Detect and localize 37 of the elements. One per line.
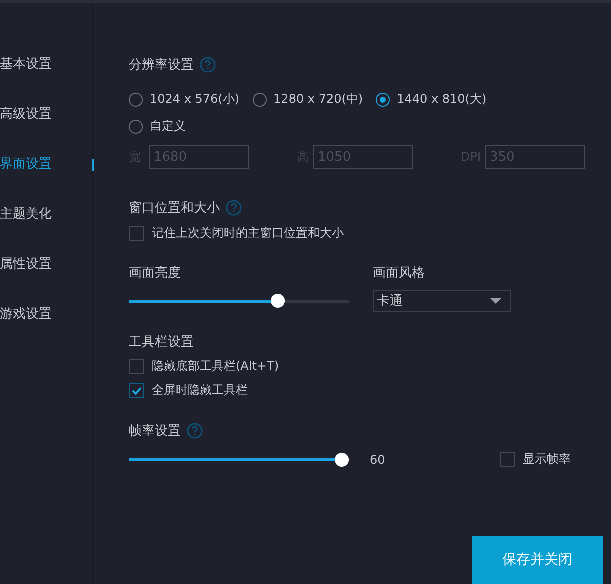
radio-button[interactable] <box>376 92 390 106</box>
section-title: 帧率设置 <box>129 423 181 440</box>
help-icon[interactable] <box>187 423 203 439</box>
checkbox-label: 全屏时隐藏工具栏 <box>152 382 248 399</box>
help-icon[interactable] <box>200 57 216 73</box>
radio-label: 1280 x 720(中) <box>274 91 364 108</box>
radio-button[interactable] <box>252 92 267 106</box>
checkbox[interactable] <box>129 226 144 241</box>
sidebar-item[interactable]: 界面设置 <box>0 155 92 175</box>
radio-button[interactable] <box>129 92 143 106</box>
section-title: 分辨率设置 <box>129 57 194 74</box>
section-title: 画面亮度 <box>129 265 181 282</box>
radio-label: 1440 x 810(大) <box>397 91 487 108</box>
slider-thumb[interactable] <box>335 452 349 466</box>
style-dropdown[interactable]: 卡通 <box>373 290 511 312</box>
section-title: 窗口位置和大小 <box>129 200 220 217</box>
radio-label: 1024 x 576(小) <box>150 91 240 108</box>
sidebar-item[interactable]: 基本设置 <box>0 55 92 75</box>
section-title: 工具栏设置 <box>129 334 194 351</box>
slider-value: 60 <box>370 452 386 466</box>
caret-icon <box>490 298 502 304</box>
sidebar-item[interactable]: 游戏设置 <box>0 305 92 325</box>
radio-label: 自定义 <box>150 118 186 135</box>
checkbox[interactable] <box>129 359 144 374</box>
checkbox-label: 隐藏底部工具栏(Alt+T) <box>152 358 279 375</box>
check-icon <box>132 386 142 394</box>
help-icon[interactable] <box>226 200 242 216</box>
sidebar-item[interactable]: 主题美化 <box>0 205 92 225</box>
checkbox-label: 显示帧率 <box>523 451 571 468</box>
checkbox[interactable] <box>129 383 144 398</box>
sidebar-item[interactable]: 高级设置 <box>0 105 92 125</box>
slider-thumb[interactable] <box>271 294 286 308</box>
sidebar-item[interactable]: 属性设置 <box>0 255 92 275</box>
checkbox[interactable] <box>500 452 515 467</box>
section-title: 画面风格 <box>373 265 425 282</box>
checkbox-label: 记住上次关闭时的主窗口位置和大小 <box>152 225 344 242</box>
radio-button[interactable] <box>129 120 143 134</box>
